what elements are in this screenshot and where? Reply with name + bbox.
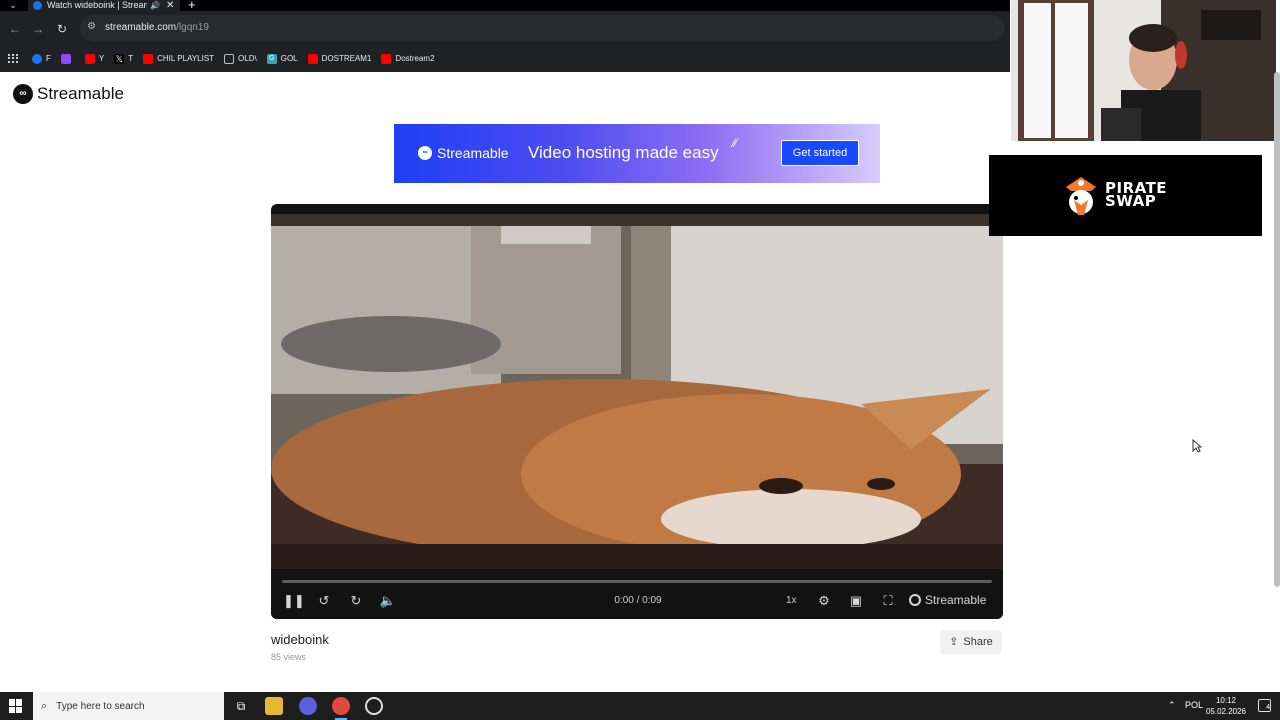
fullscreen-icon[interactable]: ⛶	[879, 593, 897, 609]
tab-active[interactable]: Watch wideboink | Streamable 🔊 ✕	[28, 0, 180, 11]
task-view-icon[interactable]: ⧉	[232, 697, 250, 715]
sponsor-pirate-swap-overlay: PIRATE SWAP	[989, 155, 1262, 236]
sparkle-icon: ⁄⁄	[733, 136, 738, 150]
search-icon: ⌕	[41, 699, 48, 712]
sponsor-text: PIRATE SWAP	[1105, 179, 1168, 210]
browser-toolbar: ← → ↻ ⚙ streamable.com/lgqn19	[0, 11, 1010, 45]
speaker-icon[interactable]: 🔊	[150, 0, 160, 11]
forward-icon[interactable]: ↻	[347, 593, 365, 609]
pirate-mascot-icon	[1066, 177, 1096, 215]
site-info-icon[interactable]: ⚙	[87, 21, 99, 33]
folder-icon	[224, 53, 235, 64]
banner-brand: Streamable	[437, 145, 509, 161]
streamable-logo-icon: ∞	[418, 146, 432, 160]
bookmark-gol[interactable]: G GOL	[266, 53, 298, 64]
bookmark-chil-playlist[interactable]: CHIL PLAYLIST	[143, 53, 214, 64]
reload-icon[interactable]: ↻	[55, 22, 69, 36]
bookmark-youtube[interactable]: Y	[84, 53, 104, 64]
speed-button[interactable]: 1x	[786, 595, 797, 606]
tab-close-icon[interactable]: ✕	[166, 0, 174, 11]
windows-start-icon[interactable]	[9, 699, 23, 713]
tab-strip: ⌄ Watch wideboink | Streamable 🔊 ✕ +	[0, 0, 1010, 11]
webcam-image	[1011, 0, 1276, 141]
rewind-icon[interactable]: ↺	[315, 593, 333, 609]
streamable-logo-icon: ∞	[13, 84, 33, 104]
banner-tagline: Video hosting made easy	[528, 143, 719, 162]
view-count: 85 views	[271, 652, 307, 662]
twitch-icon	[60, 53, 71, 64]
x-logo-icon: 𝕏	[114, 53, 125, 64]
bookmark-facebook[interactable]: F	[32, 53, 51, 64]
language-indicator[interactable]: POL	[1185, 700, 1203, 710]
ad-banner[interactable]: ∞ Streamable Video hosting made easy ⁄⁄ …	[394, 124, 880, 183]
forward-arrow-icon[interactable]: →	[31, 22, 45, 36]
webcam-overlay	[1011, 0, 1276, 141]
player-controls: ❚❚ ↺ ↻ 🔈 0:00 / 0:09 1x ⚙ ▣ ⛶ Streamable	[271, 569, 1003, 619]
bookmark-x[interactable]: 𝕏T	[114, 53, 133, 64]
player-watermark[interactable]: Streamable	[909, 593, 986, 607]
video-player[interactable]: ❚❚ ↺ ↻ 🔈 0:00 / 0:09 1x ⚙ ▣ ⛶ Streamable	[271, 204, 1003, 619]
watermark-text: Streamable	[925, 593, 987, 607]
tab-title: Watch wideboink | Streamable	[47, 0, 147, 10]
share-icon: ⇪	[949, 636, 959, 648]
system-clock[interactable]: 10:12 05.02.2026	[1205, 695, 1247, 717]
bookmark-dostream2[interactable]: Dostream2	[381, 53, 435, 64]
page-content: ∞ Streamable ∞ Streamable Video hosting …	[0, 72, 1010, 692]
bookmark-folder-old[interactable]: OLD\	[224, 53, 257, 64]
app-icon[interactable]	[299, 697, 317, 715]
tab-search-chevron-icon[interactable]: ⌄	[4, 0, 22, 11]
video-title: wideboink	[271, 632, 329, 647]
youtube-icon	[381, 53, 392, 64]
new-tab-button[interactable]: +	[188, 0, 196, 11]
logo-text: Streamable	[37, 84, 124, 103]
progress-bar[interactable]	[282, 580, 992, 583]
file-explorer-icon[interactable]	[265, 697, 283, 715]
get-started-button[interactable]: Get started	[781, 140, 859, 166]
picture-in-picture-icon[interactable]: ▣	[847, 593, 865, 609]
video-still-image	[271, 214, 1003, 569]
streaming-app-icon[interactable]	[365, 697, 383, 715]
bookmarks-bar: F Y 𝕏T CHIL PLAYLIST OLD\ G GOL DOSTREAM1…	[0, 45, 1010, 72]
youtube-icon	[143, 53, 154, 64]
streamable-logo[interactable]: ∞ Streamable	[13, 84, 124, 104]
pause-icon[interactable]: ❚❚	[283, 593, 305, 609]
video-frame[interactable]	[271, 214, 1003, 569]
bookmark-dostream1[interactable]: DOSTREAM1	[307, 53, 371, 64]
share-button[interactable]: ⇪ Share	[940, 630, 1002, 654]
windows-taskbar: ⌕ Type here to search ⧉ ⌃ POL 10:12 05.0…	[0, 692, 1280, 720]
apps-grid-icon[interactable]	[8, 53, 18, 64]
youtube-icon	[84, 53, 95, 64]
settings-gear-icon[interactable]: ⚙	[815, 593, 833, 609]
bookmark-twitch[interactable]	[60, 53, 75, 64]
page-scrollbar[interactable]	[1274, 72, 1280, 587]
time-display: 0:00 / 0:09	[614, 595, 662, 606]
taskbar-search-box[interactable]: ⌕ Type here to search	[33, 692, 224, 720]
share-label: Share	[963, 636, 993, 648]
back-arrow-icon[interactable]: ←	[8, 22, 22, 36]
youtube-icon	[307, 53, 318, 64]
notification-icon[interactable]: 4	[1258, 699, 1271, 712]
url-text[interactable]: streamable.com/lgqn19	[105, 21, 209, 35]
chrome-icon[interactable]	[332, 697, 350, 720]
facebook-icon	[32, 53, 42, 64]
g-logo-icon: G	[266, 53, 277, 64]
volume-icon[interactable]: 🔈	[379, 593, 397, 609]
screen: ⌄ Watch wideboink | Streamable 🔊 ✕ + ← →…	[0, 0, 1280, 720]
streamable-favicon-icon	[33, 1, 42, 10]
tray-chevron-icon[interactable]: ⌃	[1168, 700, 1176, 711]
search-placeholder: Type here to search	[56, 700, 145, 712]
streamable-logo-icon	[909, 594, 921, 606]
mouse-cursor-icon	[1192, 439, 1202, 453]
address-bar[interactable]: ⚙ streamable.com/lgqn19	[80, 15, 1005, 41]
